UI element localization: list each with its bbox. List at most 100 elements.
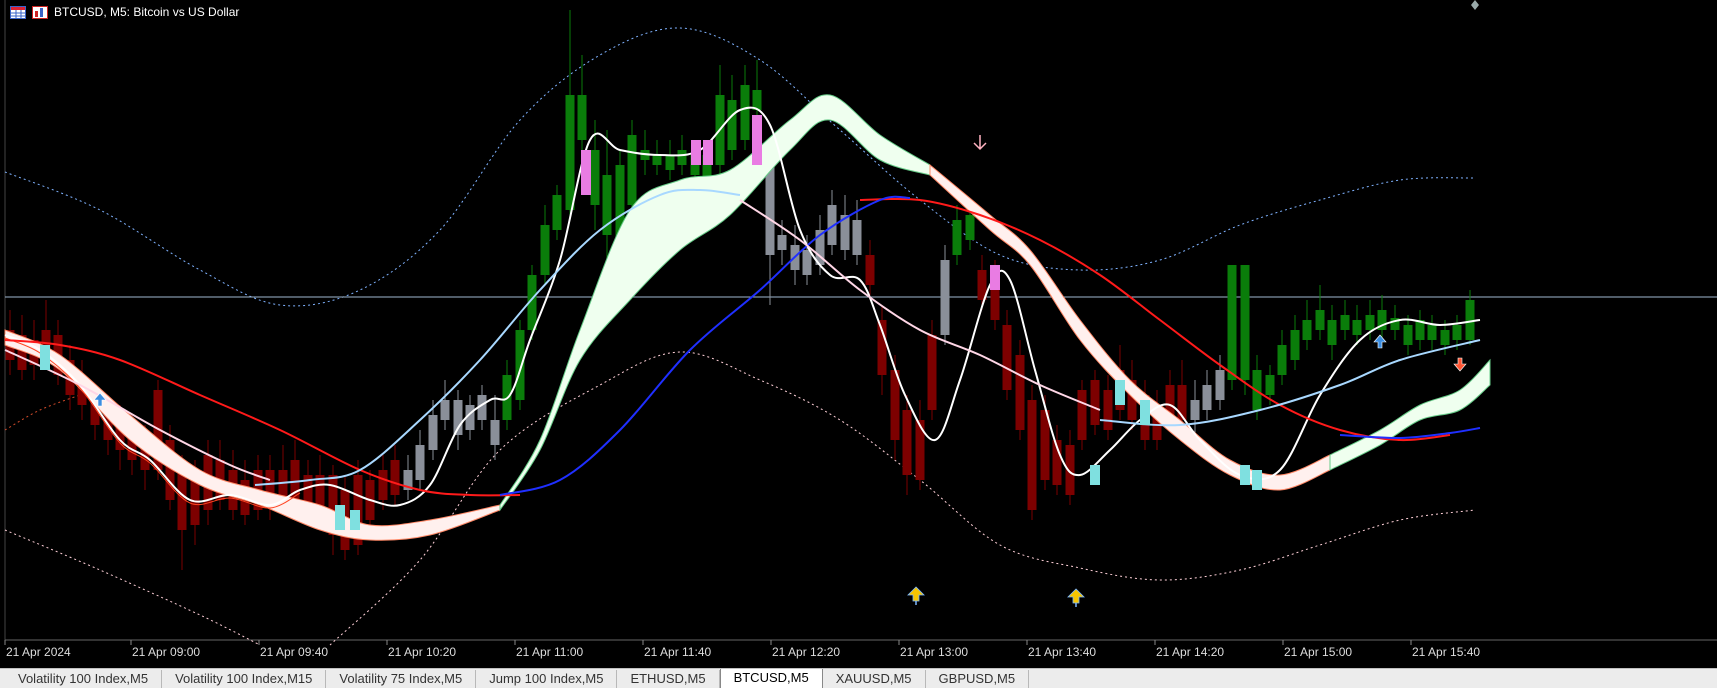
candle-body <box>577 95 587 140</box>
symbol-title: BTCUSD, M5: Bitcoin vs US Dollar <box>54 5 240 19</box>
highlight-block-magenta <box>752 115 762 165</box>
signal-arrow-icon <box>1067 588 1085 604</box>
chart-canvas[interactable]: 21 Apr 2024 21 Apr 09:00 21 Apr 09:40 21 Ap… <box>0 0 1717 668</box>
time-axis-label: 21 Apr 13:00 <box>900 645 968 659</box>
bear-ribbon-right <box>929 163 1331 491</box>
candle-body <box>1265 375 1275 395</box>
candle-body <box>390 460 400 495</box>
pink-ma-right <box>739 199 1101 411</box>
buy-arrow-icon <box>1373 334 1387 349</box>
chart-toggle-icon[interactable] <box>32 5 48 19</box>
candle-body <box>590 150 600 205</box>
symbol-header: BTCUSD, M5: Bitcoin vs US Dollar <box>10 3 239 21</box>
candle-body <box>1077 390 1087 440</box>
time-axis-label: 21 Apr 15:40 <box>1412 645 1480 659</box>
candle-body <box>1315 310 1325 330</box>
tab-gbpusd-m5[interactable]: GBPUSD,M5 <box>926 670 1030 688</box>
candle-body <box>1002 325 1012 390</box>
candle-body <box>740 85 750 140</box>
candle-body <box>1352 320 1362 335</box>
time-axis-label: 21 Apr 13:40 <box>1028 645 1096 659</box>
highlight-block-cyan <box>1115 380 1125 405</box>
candle-body <box>1440 330 1450 345</box>
candle-body <box>777 235 787 250</box>
tab-volatility-75-index-m5[interactable]: Volatility 75 Index,M5 <box>326 670 477 688</box>
tab-volatility-100-index-m5[interactable]: Volatility 100 Index,M5 <box>0 670 163 688</box>
candle-body <box>1340 315 1350 330</box>
candle-body <box>1277 345 1287 375</box>
candle-body <box>1103 390 1113 430</box>
highlight-block-magenta <box>581 150 591 195</box>
time-axis-label: 21 Apr 10:20 <box>388 645 456 659</box>
highlight-block-magenta <box>691 140 701 165</box>
highlight-block-cyan <box>40 345 50 370</box>
time-axis-label: 21 Apr 09:40 <box>260 645 328 659</box>
bull-ribbon-right <box>1329 358 1491 471</box>
candle-body <box>1190 400 1200 420</box>
candle-body <box>652 155 662 165</box>
candle-body <box>902 410 912 475</box>
candle-body <box>765 165 775 255</box>
time-axis-label: 21 Apr 15:00 <box>1284 645 1352 659</box>
grid-table-icon[interactable] <box>10 5 26 19</box>
candle-body <box>490 420 500 445</box>
candle-body <box>1027 400 1037 510</box>
time-axis-label: 21 Apr 12:20 <box>772 645 840 659</box>
candle-body <box>1090 380 1100 425</box>
bear-ribbon-left <box>4 329 501 541</box>
candle-body <box>1452 325 1462 340</box>
candle-body <box>677 150 687 165</box>
time-axis-label: 21 Apr 11:00 <box>516 645 583 659</box>
candle-body <box>865 255 875 285</box>
blue-ma-tail <box>1339 427 1481 440</box>
candle-body <box>378 470 388 500</box>
candle-body <box>540 225 550 275</box>
candle-body <box>1403 325 1413 345</box>
lower-envelope-right <box>329 351 1476 646</box>
candle-body <box>927 335 937 410</box>
candle-body <box>1302 320 1312 340</box>
highlight-block-cyan <box>1240 465 1250 485</box>
signal-arrow-icon <box>907 586 925 602</box>
tab-jump-100-index-m5[interactable]: Jump 100 Index,M5 <box>476 670 618 688</box>
sell-arrow-icon <box>1453 357 1467 372</box>
candle-body <box>1227 265 1237 380</box>
time-axis-label: 21 Apr 11:40 <box>644 645 711 659</box>
time-axis-label: 21 Apr 09:00 <box>132 645 200 659</box>
candle-body <box>1427 325 1437 340</box>
bull-ribbon-mid <box>499 94 931 512</box>
highlight-block-magenta <box>990 265 1000 290</box>
down-arrow-icon <box>973 135 987 151</box>
scroll-marker-icon <box>1471 0 1479 10</box>
candle-body <box>515 330 525 400</box>
tab-xauusd-m5[interactable]: XAUUSD,M5 <box>823 670 926 688</box>
candle-body <box>940 260 950 335</box>
highlight-block-cyan <box>1252 470 1262 490</box>
time-axis-label: 21 Apr 14:20 <box>1156 645 1224 659</box>
candle-body <box>665 155 675 170</box>
candle-body <box>627 135 637 205</box>
tab-ethusd-m5[interactable]: ETHUSD,M5 <box>617 670 720 688</box>
candle-body <box>965 215 975 240</box>
tab-btcusd-m5[interactable]: BTCUSD,M5 <box>719 669 823 688</box>
lower-envelope-stub <box>4 394 81 431</box>
highlight-block-magenta <box>703 140 713 165</box>
time-axis-label: 21 Apr 2024 <box>6 645 71 659</box>
candle-body <box>1365 315 1375 330</box>
candle-body <box>852 220 862 255</box>
candle-body <box>415 445 425 480</box>
tab-volatility-100-index-m15[interactable]: Volatility 100 Index,M15 <box>162 670 327 688</box>
highlight-block-cyan <box>335 505 345 530</box>
candle-body <box>727 100 737 150</box>
price-chart[interactable]: 21 Apr 2024 21 Apr 09:00 21 Apr 09:40 21 Ap… <box>0 0 1717 668</box>
candle-body <box>1015 355 1025 430</box>
highlight-block-cyan <box>1140 400 1150 425</box>
candle-body <box>565 95 575 210</box>
lower-envelope-left <box>4 529 261 646</box>
candle-body <box>952 220 962 255</box>
candle-body <box>802 250 812 275</box>
candle-body <box>1240 265 1250 380</box>
candle-body <box>1290 330 1300 360</box>
candle-body <box>1327 320 1337 345</box>
highlight-block-cyan <box>350 510 360 530</box>
